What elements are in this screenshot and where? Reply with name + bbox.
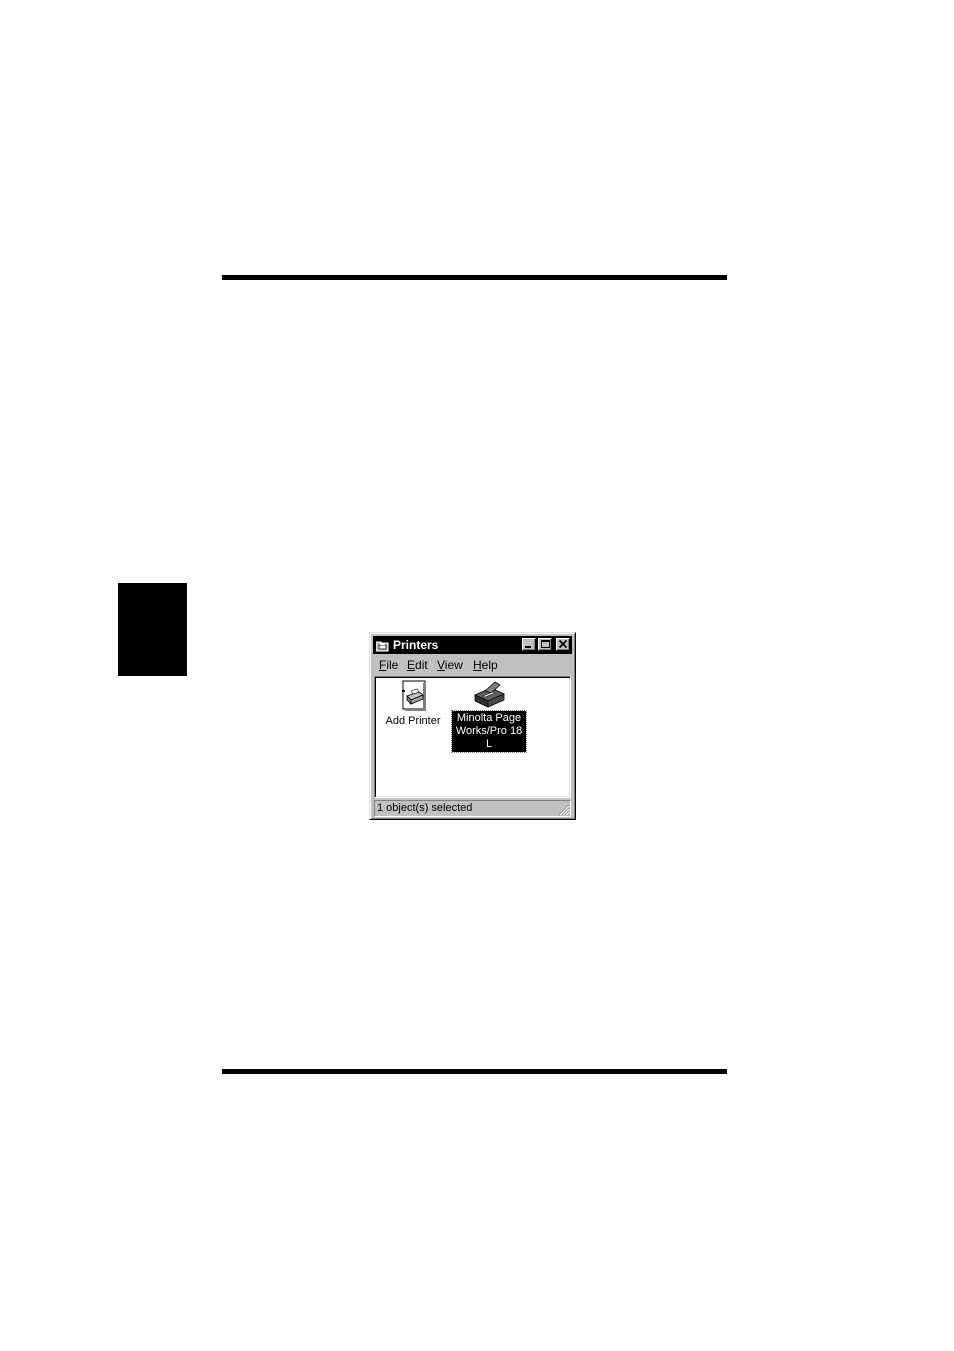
title-bar[interactable]: Printers xyxy=(373,636,572,654)
status-text: 1 object(s) selected xyxy=(374,800,571,817)
add-printer-item[interactable]: Add Printer xyxy=(383,679,443,728)
printer-list-area[interactable]: Add Printer Minolta PageWorks/Pro 18L xyxy=(374,676,571,798)
top-rule xyxy=(222,275,727,280)
chapter-tab xyxy=(118,583,187,676)
close-button[interactable] xyxy=(556,638,570,651)
minimize-icon xyxy=(525,646,531,648)
printers-window: Printers File Edit View Help Add Printer… xyxy=(369,632,576,820)
status-bar: 1 object(s) selected xyxy=(374,800,571,817)
bottom-rule xyxy=(222,1069,727,1074)
minimize-button[interactable] xyxy=(522,638,536,651)
maximize-icon xyxy=(541,640,550,648)
menu-file[interactable]: File xyxy=(379,658,398,672)
menu-help[interactable]: Help xyxy=(473,658,498,672)
item-label: Add Printer xyxy=(385,715,441,727)
printer-icon xyxy=(474,681,505,708)
close-icon xyxy=(558,640,568,649)
minolta-printer-item[interactable]: Minolta PageWorks/Pro 18L xyxy=(451,679,527,753)
menu-view[interactable]: View xyxy=(437,658,463,672)
resize-grip-icon[interactable] xyxy=(558,804,570,816)
item-label-selected: Minolta PageWorks/Pro 18L xyxy=(451,710,527,753)
window-title: Printers xyxy=(393,638,439,652)
maximize-button[interactable] xyxy=(538,638,552,651)
printers-folder-icon[interactable] xyxy=(375,639,389,652)
menu-bar: File Edit View Help xyxy=(374,656,571,674)
menu-edit[interactable]: Edit xyxy=(407,658,428,672)
add-printer-icon xyxy=(402,680,426,711)
